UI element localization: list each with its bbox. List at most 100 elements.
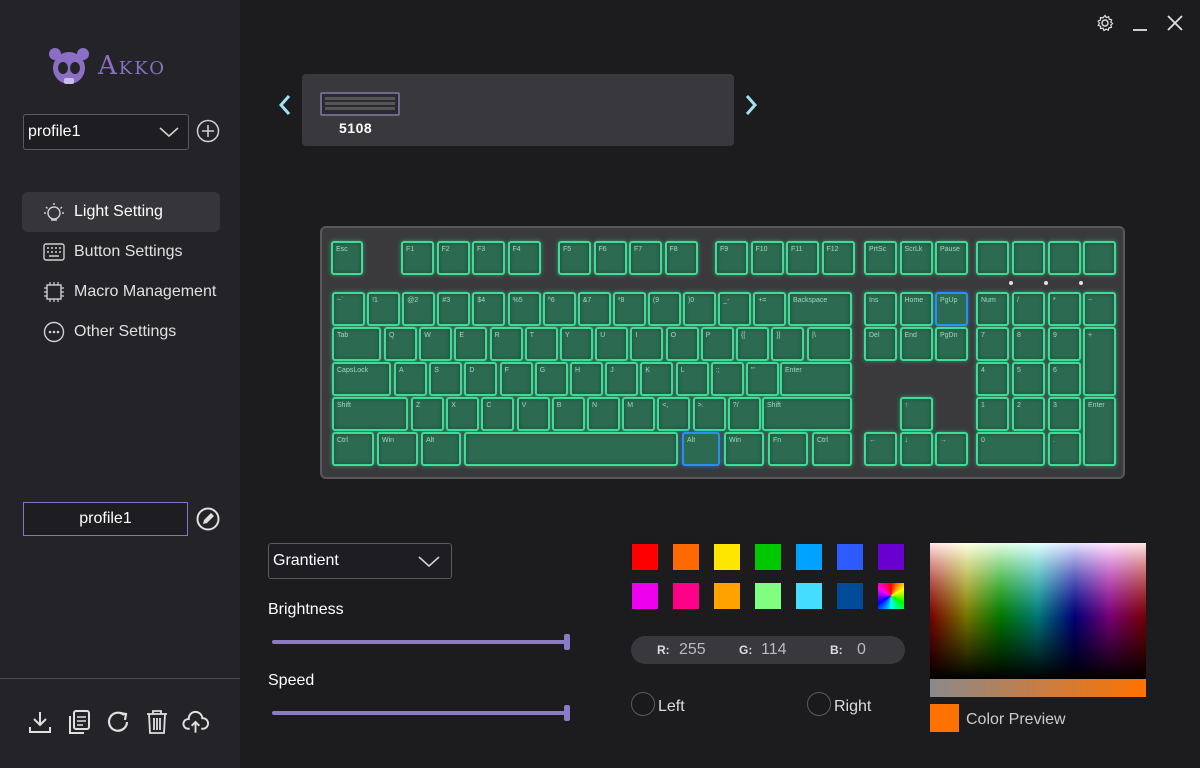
keycap[interactable]: Ctrl: [332, 432, 374, 466]
color-swatch[interactable]: [795, 543, 823, 571]
color-swatch[interactable]: [836, 543, 864, 571]
reset-button[interactable]: [104, 708, 131, 736]
keycap[interactable]: %5: [507, 292, 541, 326]
color-swatch[interactable]: [836, 582, 864, 610]
keycap[interactable]: Win: [724, 432, 764, 466]
profile-dropdown[interactable]: profile1: [23, 114, 189, 150]
delete-button[interactable]: [143, 708, 170, 736]
keycap[interactable]: PrtSc: [864, 241, 897, 275]
keycap[interactable]: @2: [402, 292, 436, 326]
keycap[interactable]: V: [516, 397, 550, 431]
keycap[interactable]: L: [675, 362, 709, 396]
keycap[interactable]: 7: [976, 327, 1009, 361]
keycap[interactable]: C: [481, 397, 515, 431]
keycap[interactable]: F5: [558, 241, 591, 275]
keycap[interactable]: $4: [472, 292, 506, 326]
color-swatch[interactable]: [672, 582, 700, 610]
keycap[interactable]: [1012, 241, 1045, 275]
keycap[interactable]: 9: [1048, 327, 1081, 361]
keycap[interactable]: A: [394, 362, 427, 396]
direction-left-radio[interactable]: [631, 692, 655, 716]
color-swatch[interactable]: [713, 582, 741, 610]
keycap[interactable]: P: [700, 327, 734, 361]
next-device-icon[interactable]: [742, 93, 760, 117]
keycap[interactable]: Shift: [762, 397, 852, 431]
keycap[interactable]: .: [1048, 432, 1081, 466]
keycap[interactable]: Ins: [864, 292, 897, 326]
keycap[interactable]: _-: [718, 292, 752, 326]
keycap[interactable]: X: [446, 397, 480, 431]
sidebar-item-light-setting[interactable]: Light Setting: [22, 192, 220, 232]
device-card[interactable]: 5108: [302, 74, 734, 146]
color-swatch[interactable]: [795, 582, 823, 610]
keycap[interactable]: F10: [750, 241, 784, 275]
keycap[interactable]: F4: [507, 241, 541, 275]
keycap[interactable]: CapsLock: [332, 362, 391, 396]
color-swatch[interactable]: [754, 582, 782, 610]
keycap[interactable]: →: [935, 432, 968, 466]
keycap[interactable]: Num: [976, 292, 1009, 326]
keycap[interactable]: K: [640, 362, 674, 396]
keycap[interactable]: 5: [1012, 362, 1045, 396]
keycap[interactable]: H: [570, 362, 603, 396]
keycap[interactable]: O: [665, 327, 699, 361]
keycap[interactable]: Alt: [682, 432, 720, 466]
keycap[interactable]: 6: [1048, 362, 1081, 396]
keycap[interactable]: +: [1083, 327, 1116, 396]
keycap[interactable]: }]: [771, 327, 805, 361]
g-value[interactable]: 114: [761, 641, 787, 659]
keycap[interactable]: Y: [560, 327, 593, 361]
keycap[interactable]: !1: [367, 292, 401, 326]
keycap[interactable]: <,: [657, 397, 691, 431]
keycap[interactable]: Esc: [331, 241, 363, 275]
keycap[interactable]: 3: [1048, 397, 1081, 431]
sidebar-item-other-settings[interactable]: Other Settings: [22, 312, 220, 352]
minimize-button[interactable]: [1129, 12, 1151, 34]
keycap[interactable]: >.: [692, 397, 726, 431]
keycap[interactable]: PgDn: [935, 327, 968, 361]
import-button[interactable]: [26, 708, 53, 736]
keycap[interactable]: Del: [864, 327, 897, 361]
keycap[interactable]: +=: [753, 292, 787, 326]
keycap[interactable]: F11: [786, 241, 819, 275]
keycap[interactable]: Pause: [935, 241, 968, 275]
color-swatch[interactable]: [631, 582, 659, 610]
brightness-thumb[interactable]: [564, 634, 570, 650]
keycap[interactable]: Q: [384, 327, 417, 361]
speed-slider[interactable]: [272, 705, 570, 721]
keycap[interactable]: F7: [629, 241, 662, 275]
keycap[interactable]: *8: [612, 292, 646, 326]
keycap[interactable]: (9: [647, 292, 681, 326]
keycap[interactable]: W: [419, 327, 453, 361]
copy-button[interactable]: [65, 708, 92, 736]
keycap[interactable]: :;: [710, 362, 744, 396]
keycap[interactable]: Enter: [1083, 397, 1116, 466]
keycap[interactable]: ~`: [332, 292, 365, 326]
color-picker-canvas[interactable]: [930, 543, 1146, 679]
keycap[interactable]: Win: [377, 432, 418, 466]
close-button[interactable]: [1164, 12, 1186, 34]
keycap[interactable]: /: [1012, 292, 1045, 326]
color-swatch[interactable]: [754, 543, 782, 571]
keycap[interactable]: End: [899, 327, 933, 361]
settings-button[interactable]: [1094, 12, 1116, 34]
keycap[interactable]: U: [595, 327, 629, 361]
keycap[interactable]: E: [454, 327, 488, 361]
keycap[interactable]: ^6: [542, 292, 576, 326]
keycap[interactable]: ↑: [899, 397, 933, 431]
keycap[interactable]: [1083, 241, 1116, 275]
keycap[interactable]: N: [587, 397, 620, 431]
keycap[interactable]: ?/: [727, 397, 761, 431]
keycap[interactable]: B: [551, 397, 585, 431]
keycap[interactable]: ScrLk: [899, 241, 933, 275]
keycap[interactable]: [464, 432, 678, 466]
light-mode-dropdown[interactable]: Grantient: [268, 543, 452, 579]
brightness-slider[interactable]: [272, 634, 570, 650]
keycap[interactable]: F9: [715, 241, 748, 275]
keycap[interactable]: I: [630, 327, 664, 361]
color-swatch[interactable]: [713, 543, 741, 571]
keycap[interactable]: 2: [1012, 397, 1045, 431]
keycap[interactable]: Backspace: [788, 292, 852, 326]
keycap[interactable]: −: [1083, 292, 1116, 326]
color-swatch[interactable]: [877, 582, 905, 610]
